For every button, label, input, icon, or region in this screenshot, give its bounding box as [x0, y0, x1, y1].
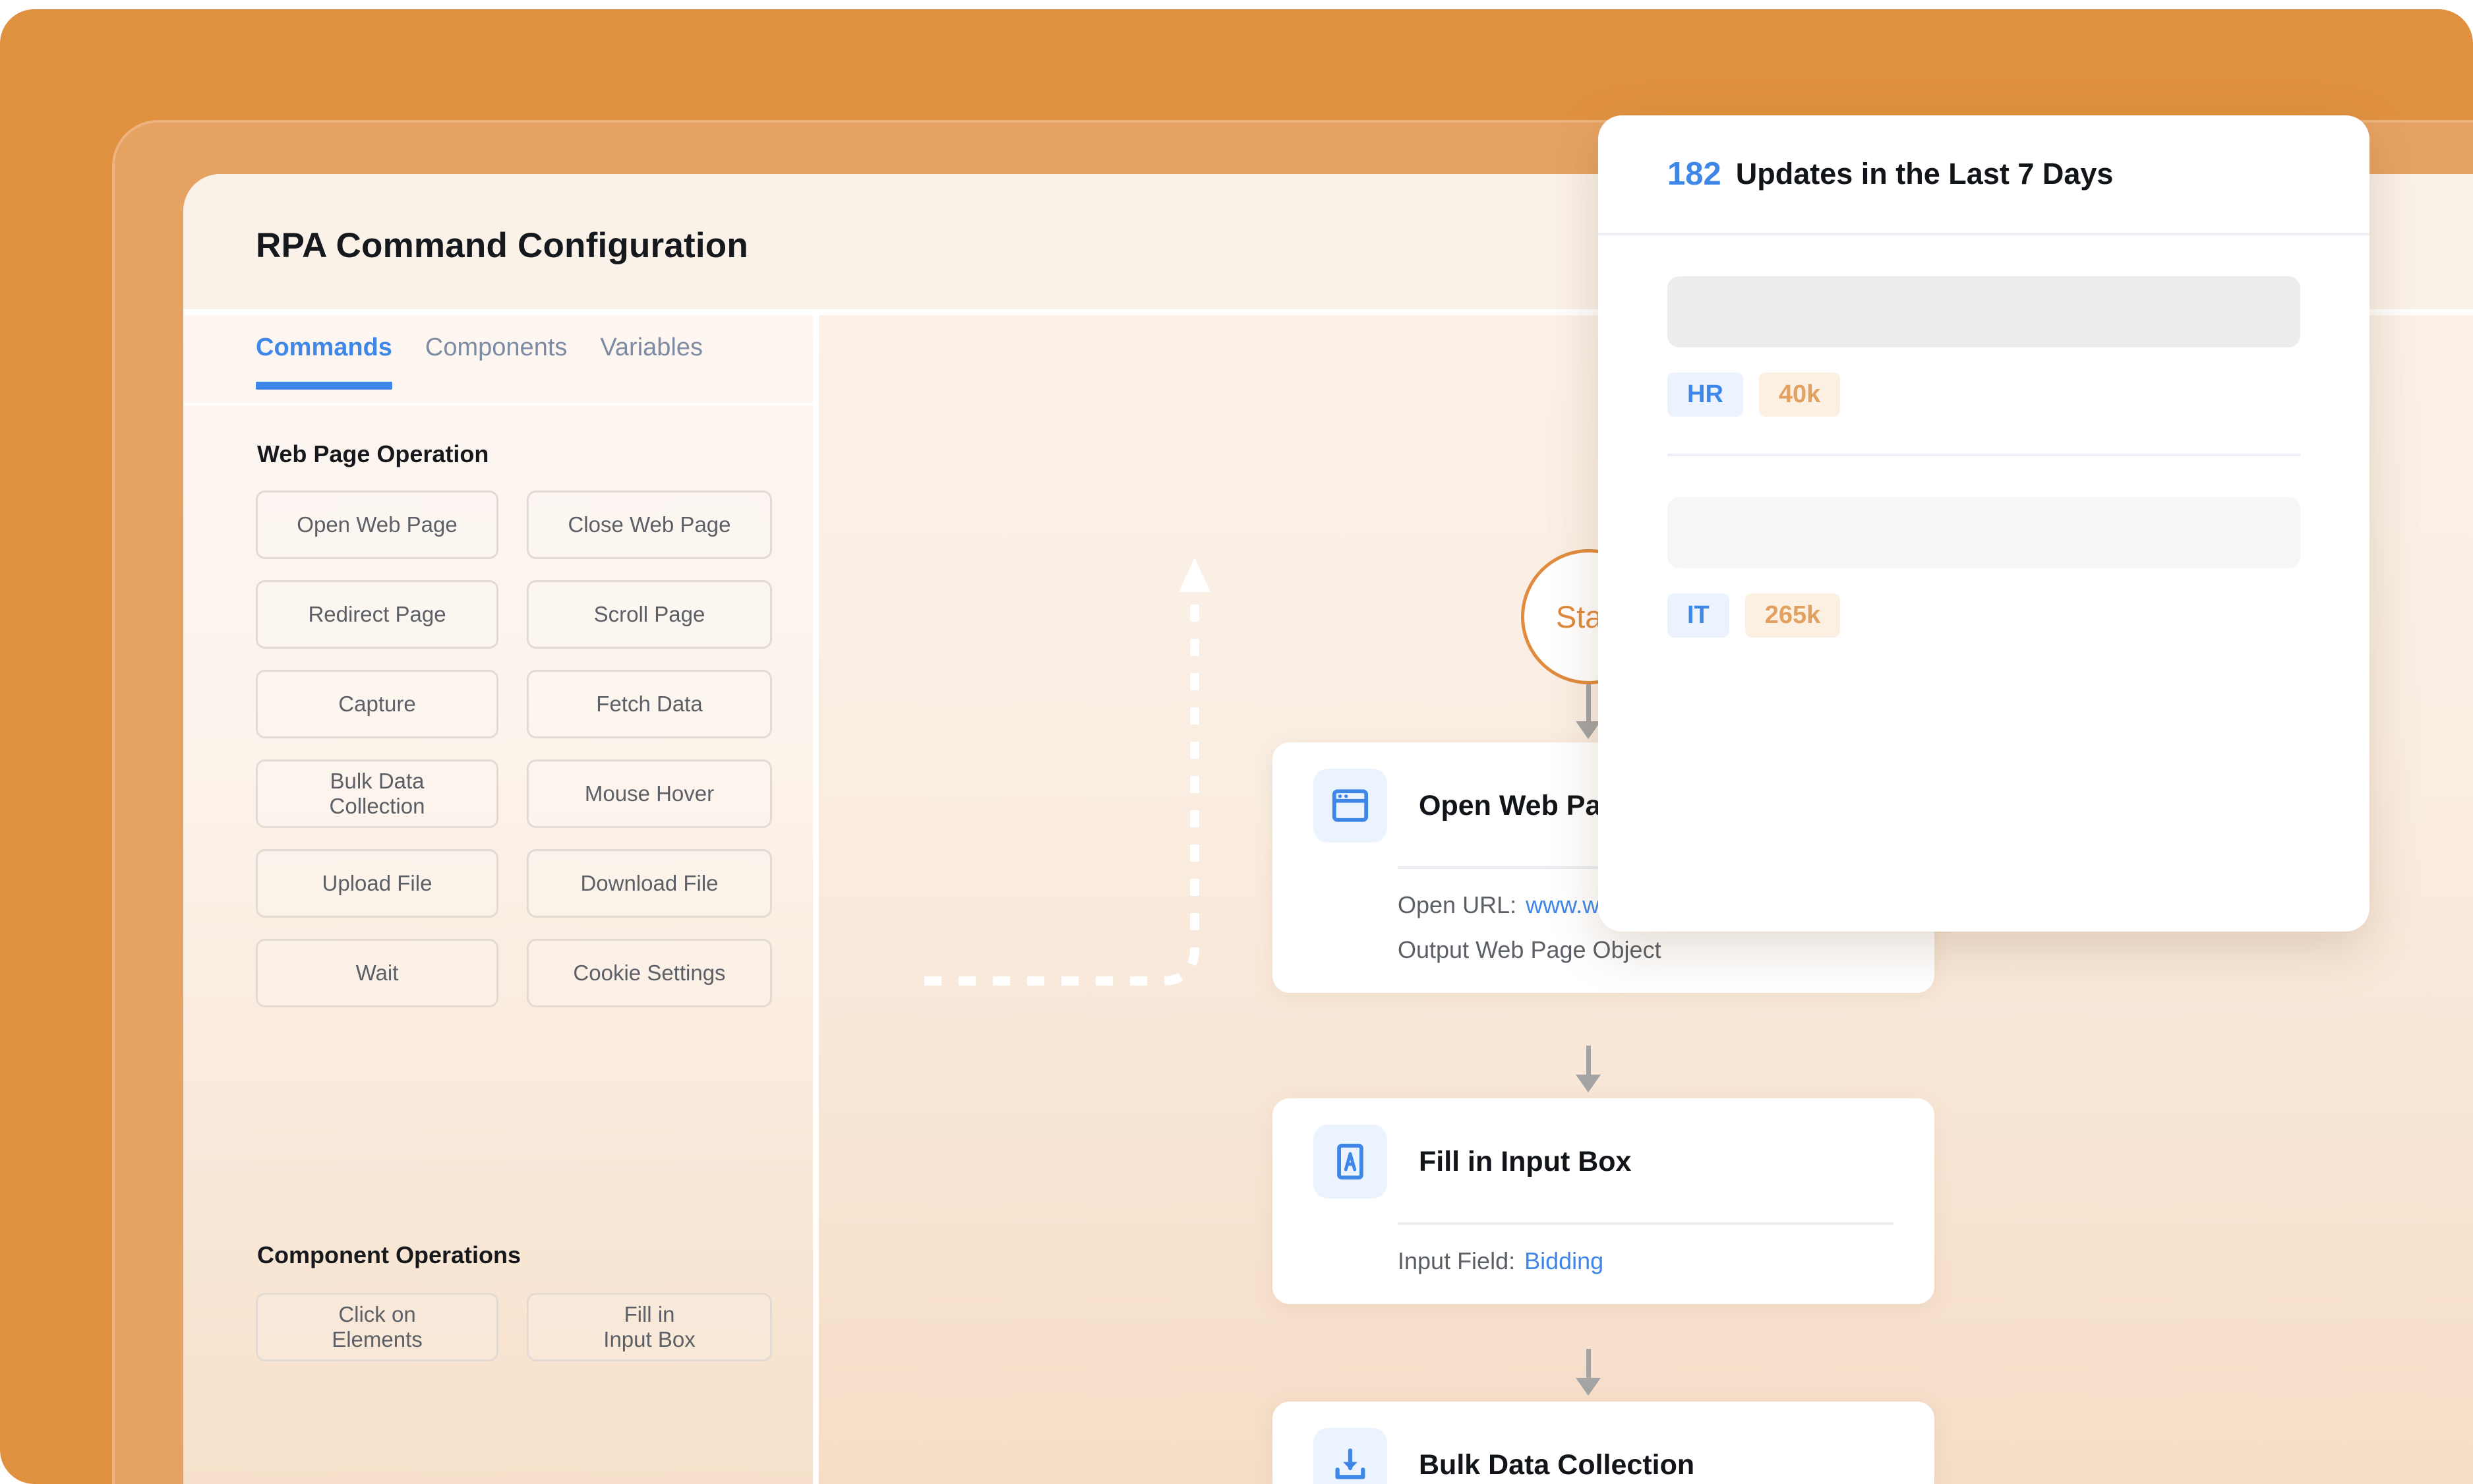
flow-node-fill-in-input-box[interactable]: Fill in Input Box Input Field: Bidding	[1272, 1098, 1934, 1304]
tab-components[interactable]: Components	[425, 334, 567, 367]
command-cookie-settings[interactable]: Cookie Settings	[527, 939, 772, 1007]
sidebar: Commands Components Variables Web Page O…	[183, 315, 813, 1484]
connector-line-1	[1586, 1046, 1591, 1077]
group-title-component-operations: Component Operations	[257, 1241, 521, 1268]
browser-window-icon	[1313, 769, 1387, 843]
flow-node-rows: Input Field: Bidding	[1272, 1225, 1934, 1304]
connector-line-2	[1586, 1349, 1591, 1380]
command-close-web-page[interactable]: Close Web Page	[527, 490, 772, 559]
command-redirect-page[interactable]: Redirect Page	[256, 580, 498, 649]
badge-group: HR 40k	[1667, 372, 2300, 417]
sidebar-tabs: Commands Components Variables	[256, 334, 703, 390]
tab-variables[interactable]: Variables	[600, 334, 703, 367]
command-wait[interactable]: Wait	[256, 939, 498, 1007]
connector-arrowhead-1	[1576, 1075, 1601, 1092]
tabs-rule	[183, 403, 813, 405]
command-bulk-data-collection[interactable]: Bulk Data Collection	[256, 759, 498, 828]
connector-arrowhead-2	[1576, 1378, 1601, 1396]
download-tray-icon	[1313, 1428, 1387, 1484]
command-grid-component-operations: Click on Elements Fill in Input Box	[256, 1293, 772, 1361]
command-scroll-page[interactable]: Scroll Page	[527, 580, 772, 649]
command-label: Open Web Page	[297, 512, 458, 537]
command-open-web-page[interactable]: Open Web Page	[256, 490, 498, 559]
command-label: Click on Elements	[332, 1301, 423, 1351]
command-label: Mouse Hover	[584, 781, 715, 806]
connector-line-start	[1586, 684, 1591, 724]
command-grid-web-page-operation: Open Web Page Close Web Page Redirect Pa…	[256, 490, 772, 1007]
group-title-web-page-operation: Web Page Operation	[257, 440, 489, 467]
command-label: Download File	[580, 870, 719, 895]
updates-panel: 182 Updates in the Last 7 Days HR 40k IT…	[1598, 115, 2369, 932]
command-label: Upload File	[322, 870, 432, 895]
command-download-file[interactable]: Download File	[527, 849, 772, 918]
badge-group: IT 265k	[1667, 593, 2300, 638]
sidebar-canvas-divider	[813, 315, 819, 1484]
list-item[interactable]: HR 40k	[1667, 235, 2300, 417]
command-fill-in-input-box[interactable]: Fill in Input Box	[527, 1293, 772, 1361]
command-upload-file[interactable]: Upload File	[256, 849, 498, 918]
connector-arrowhead-start	[1576, 721, 1601, 739]
updates-panel-title: Updates in the Last 7 Days	[1735, 157, 2114, 191]
content-placeholder	[1667, 276, 2300, 347]
text-input-icon	[1313, 1125, 1387, 1199]
command-label: Scroll Page	[593, 601, 705, 626]
command-label: Wait	[355, 960, 399, 985]
flow-row-label: Output Web Page Object	[1398, 936, 1661, 963]
command-label: Cookie Settings	[573, 960, 726, 985]
status-badge-department: IT	[1667, 593, 1729, 638]
command-capture[interactable]: Capture	[256, 670, 498, 738]
command-fetch-data[interactable]: Fetch Data	[527, 670, 772, 738]
updates-count: 182	[1667, 156, 1721, 192]
flow-row-value[interactable]: Bidding	[1524, 1247, 1603, 1274]
command-label: Redirect Page	[308, 601, 446, 626]
command-label: Close Web Page	[568, 512, 731, 537]
command-label: Fetch Data	[596, 691, 703, 716]
flow-node-header: Bulk Data Collection	[1272, 1402, 1934, 1484]
list-item[interactable]: IT 265k	[1667, 454, 2300, 638]
flow-node-bulk-data-collection[interactable]: Bulk Data Collection Select Web Page Fie…	[1272, 1402, 1934, 1484]
command-label: Bulk Data Collection	[329, 768, 425, 818]
flow-node-row: Input Field: Bidding	[1398, 1247, 1934, 1275]
status-badge-department: HR	[1667, 372, 1743, 417]
command-click-on-elements[interactable]: Click on Elements	[256, 1293, 498, 1361]
flow-node-title: Fill in Input Box	[1419, 1145, 1632, 1177]
updates-panel-header: 182 Updates in the Last 7 Days	[1598, 115, 2369, 235]
tab-commands[interactable]: Commands	[256, 334, 392, 390]
updates-list: HR 40k IT 265k	[1598, 235, 2369, 638]
command-label: Capture	[338, 691, 416, 716]
command-mouse-hover[interactable]: Mouse Hover	[527, 759, 772, 828]
flow-row-label: Input Field:	[1398, 1247, 1516, 1274]
flow-node-title: Bulk Data Collection	[1419, 1448, 1695, 1481]
content-placeholder	[1667, 497, 2300, 568]
page-title: RPA Command Configuration	[256, 226, 748, 265]
flow-node-header: Fill in Input Box	[1272, 1098, 1934, 1199]
flow-row-label: Open URL:	[1398, 891, 1517, 918]
status-badge-value: 265k	[1744, 593, 1841, 638]
screenshot-root: RPA Command Configuration Commands Compo…	[0, 0, 2473, 1484]
flow-node-row: Output Web Page Object	[1398, 936, 1934, 964]
command-label: Fill in Input Box	[603, 1301, 696, 1351]
status-badge-value: 40k	[1758, 372, 1841, 417]
